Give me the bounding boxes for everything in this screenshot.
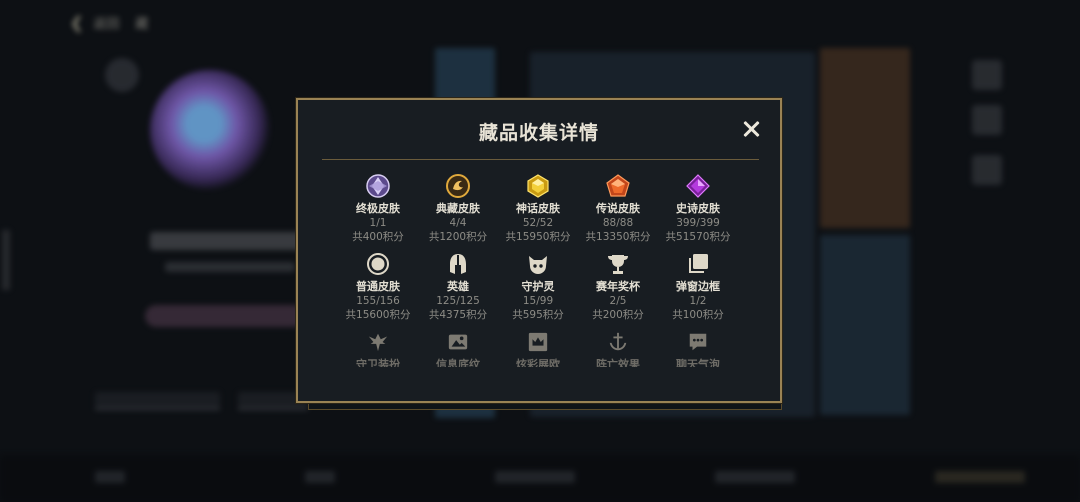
profile-orb-image [150,70,270,190]
side-icon[interactable] [972,105,1002,135]
collection-grid: 终极皮肤 1/1 共400积分 典藏皮肤 4/4 共1200积分 神话皮肤 52… [338,173,738,367]
side-icon[interactable] [972,60,1002,90]
item-name: 终极皮肤 [356,202,400,215]
item-name: 守卫装扮 [356,358,400,367]
item-points: 共15600积分 [345,309,411,321]
back-label[interactable]: 返回 [93,13,119,32]
item-count: 2/5 [609,295,627,307]
collection-item-prestige[interactable]: 典藏皮肤 4/4 共1200积分 [418,173,498,245]
anchor-icon [605,329,631,355]
summoner-subtitle-placeholder [165,262,295,272]
guardian-pet-icon [525,251,551,277]
item-points: 共595积分 [512,309,564,321]
item-points: 共51570积分 [665,231,731,243]
item-points: 共15950积分 [505,231,571,243]
item-points: 共100积分 [672,309,724,321]
item-count: 1/1 [369,217,387,229]
frame-stack-icon [685,251,711,277]
collection-details-modal: 藏品收集详情 终极皮肤 1/1 共400积分 典藏皮肤 4/4 共1200积分 … [296,98,782,403]
status-pill[interactable] [145,305,305,327]
item-name: 传说皮肤 [596,202,640,215]
collection-item-guardian[interactable]: 守护灵 15/99 共595积分 [498,251,578,323]
item-name: 英雄 [447,280,469,293]
back-arrow-icon[interactable]: ❮ [70,13,83,32]
top-bar: ❮ 返回 藏 [70,8,148,36]
collection-item-legendary[interactable]: 传说皮肤 88/88 共13350积分 [578,173,658,245]
prestige-emblem-icon [445,173,471,199]
item-name: 聊天气泡 [676,358,720,367]
badge-icon [105,58,139,92]
item-count: 15/99 [522,295,554,307]
item-name: 普通皮肤 [356,280,400,293]
collection-item-champion[interactable]: 英雄 125/125 共4375积分 [418,251,498,323]
item-count: 4/4 [449,217,467,229]
champion-helmet-icon [445,251,471,277]
version-text [2,230,10,290]
modal-title: 藏品收集详情 [478,122,599,144]
item-name: 典藏皮肤 [436,202,480,215]
collection-item-ward[interactable]: 守卫装扮 [338,329,418,367]
item-count: 155/156 [356,295,400,307]
item-count: 52/52 [522,217,554,229]
close-icon[interactable] [742,120,760,138]
legendary-gem-icon [605,173,631,199]
collection-item-trophy[interactable]: 赛年奖杯 2/5 共200积分 [578,251,658,323]
item-name: 信息底纹 [436,358,480,367]
side-icon[interactable] [972,155,1002,185]
collection-item-banner[interactable]: 信息底纹 [418,329,498,367]
crown-panel-icon [525,329,551,355]
bottom-bar [0,455,1080,502]
item-name: 炫彩展欧 [516,358,560,367]
collection-item-standard[interactable]: 普通皮肤 155/156 共15600积分 [338,251,418,323]
item-name: 守护灵 [521,280,555,293]
collection-item-epic[interactable]: 史诗皮肤 399/399 共51570积分 [658,173,738,245]
item-name: 神话皮肤 [516,202,560,215]
item-points: 共13350积分 [585,231,651,243]
collection-item-chat-bubble[interactable]: 聊天气泡 [658,329,738,367]
ultimate-gem-icon [365,173,391,199]
item-points: 共1200积分 [428,231,488,243]
item-count: 1/2 [689,295,707,307]
item-points: 共200积分 [592,309,644,321]
skin-card[interactable] [820,235,910,415]
banner-pattern-icon [445,329,471,355]
mythic-gem-icon [525,173,551,199]
item-points: 共400积分 [352,231,404,243]
background-button-1[interactable] [95,392,220,410]
collection-item-frame[interactable]: 弹窗边框 1/2 共100积分 [658,251,738,323]
standard-ring-icon [365,251,391,277]
divider [322,159,759,160]
item-name: 史诗皮肤 [676,202,720,215]
item-count: 399/399 [676,217,720,229]
item-name: 弹窗边框 [676,280,720,293]
collection-item-death-effect[interactable]: 阵亡效果 [578,329,658,367]
item-count: 125/125 [436,295,480,307]
trophy-icon [605,251,631,277]
tab-label[interactable]: 藏 [135,13,148,32]
item-points: 共4375积分 [428,309,488,321]
ward-skin-icon [365,329,391,355]
collection-item-mythic[interactable]: 神话皮肤 52/52 共15950积分 [498,173,578,245]
summoner-name-placeholder [150,232,310,250]
chat-bubble-icon [685,329,711,355]
item-count: 88/88 [602,217,634,229]
collection-item-ultimate[interactable]: 终极皮肤 1/1 共400积分 [338,173,418,245]
collection-item-crown[interactable]: 炫彩展欧 [498,329,578,367]
collection-row-partial: 守卫装扮 信息底纹 炫彩展欧 阵亡效果 聊天气泡 [338,329,738,367]
scroll-fade [300,365,778,399]
skin-card[interactable] [820,48,910,228]
item-name: 阵亡效果 [596,358,640,367]
item-name: 赛年奖杯 [596,280,640,293]
epic-gem-icon [685,173,711,199]
